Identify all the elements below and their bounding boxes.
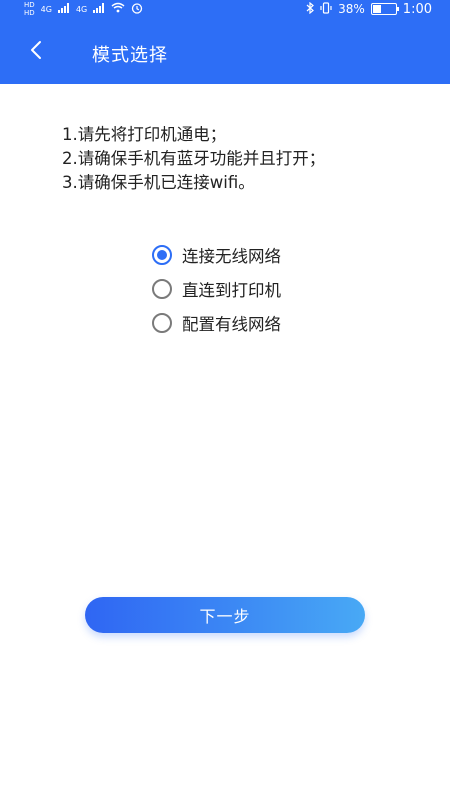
mode-radio-group: 连接无线网络 直连到打印机 配置有线网络 — [152, 238, 281, 340]
status-bar: HD HD 4G 4G 38% 1:00 — [0, 0, 450, 18]
instruction-line-1: 1.请先将打印机通电； — [62, 125, 227, 144]
instruction-line-2: 2.请确保手机有蓝牙功能并且打开； — [62, 149, 326, 168]
vibrate-icon — [320, 1, 332, 17]
radio-button[interactable] — [152, 245, 172, 265]
instruction-line-3: 3.请确保手机已连接wifi。 — [62, 173, 255, 192]
back-button[interactable] — [22, 38, 50, 66]
status-left: HD HD 4G 4G — [24, 0, 143, 18]
radio-button[interactable] — [152, 313, 172, 333]
screen: HD HD 4G 4G 38% 1:00 模式选择 1.请先将打印机通电； 2.… — [0, 0, 450, 800]
app-bar: 模式选择 — [0, 32, 450, 76]
network-type-2: 4G — [75, 4, 88, 14]
option-wireless-network[interactable]: 连接无线网络 — [152, 238, 281, 272]
option-label: 连接无线网络 — [182, 247, 281, 266]
hd-indicators: HD HD — [24, 0, 35, 17]
signal-icon-2 — [93, 2, 105, 16]
signal-icon — [57, 2, 70, 16]
page-title: 模式选择 — [92, 45, 168, 66]
option-direct-printer[interactable]: 直连到打印机 — [152, 272, 281, 306]
header: HD HD 4G 4G 38% 1:00 模式选择 — [0, 0, 450, 84]
battery-percent: 38% — [338, 2, 365, 16]
option-label: 直连到打印机 — [182, 281, 281, 300]
hd-indicator-1: HD — [24, 0, 35, 9]
clock: 1:00 — [402, 1, 432, 17]
chevron-left-icon — [29, 40, 43, 64]
battery-fill — [372, 5, 381, 13]
instructions: 1.请先将打印机通电； 2.请确保手机有蓝牙功能并且打开； 3.请确保手机已连接… — [62, 123, 422, 195]
bluetooth-icon — [306, 1, 315, 17]
option-wired-network[interactable]: 配置有线网络 — [152, 306, 281, 340]
option-label: 配置有线网络 — [182, 315, 281, 334]
status-right: 38% 1:00 — [306, 0, 432, 18]
next-button[interactable]: 下一步 — [85, 597, 365, 633]
network-type-1: 4G — [40, 4, 52, 14]
radio-button[interactable] — [152, 279, 172, 299]
wifi-icon — [111, 2, 125, 16]
radio-dot — [157, 250, 167, 260]
alarm-icon — [131, 2, 143, 17]
battery-icon — [370, 3, 399, 15]
hd-indicator-2: HD — [24, 8, 35, 17]
